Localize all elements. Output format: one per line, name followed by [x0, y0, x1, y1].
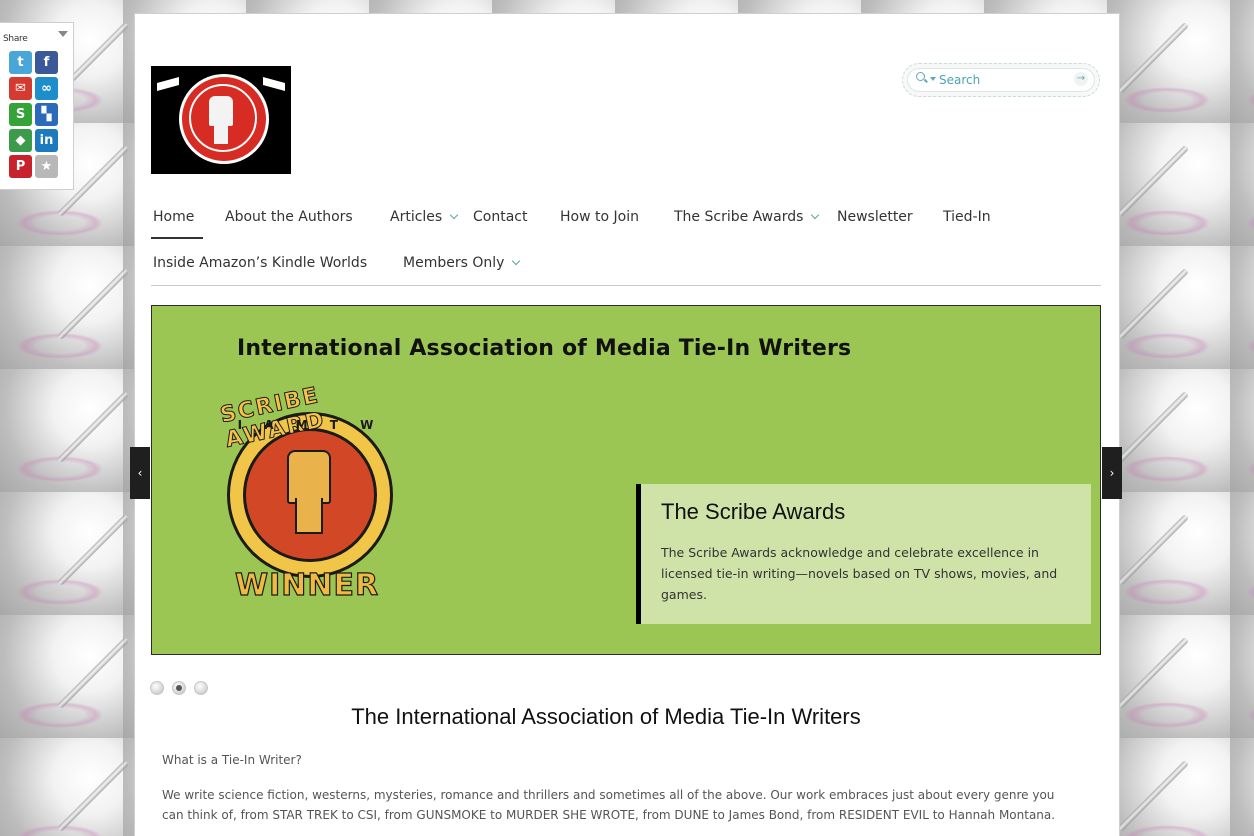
nav-item-tied-in[interactable]: Tied-In — [943, 209, 991, 225]
chevron-right-icon: › — [1109, 466, 1115, 480]
nav-label: Contact — [473, 209, 528, 225]
pen-decoration — [1116, 21, 1190, 95]
search-input[interactable] — [939, 72, 1069, 88]
nav-item-home[interactable]: Home — [153, 209, 194, 225]
scribe-award-winner-badge: SCRIBE AWARD I A M T W WINNER — [207, 378, 427, 610]
slider-dot-1[interactable] — [150, 681, 164, 695]
pen-decoration — [1116, 636, 1190, 710]
logo-wing-right — [263, 77, 285, 91]
pen-decoration — [56, 759, 130, 833]
delicious-icon[interactable]: ▚ — [35, 103, 58, 126]
slider-next-button[interactable]: › — [1102, 447, 1122, 499]
email-icon[interactable]: ✉ — [9, 77, 32, 100]
fist-icon — [287, 450, 331, 504]
slider-dot-2[interactable] — [172, 681, 186, 695]
chevron-down-icon — [811, 210, 820, 220]
nav-item-the-scribe-awards[interactable]: The Scribe Awards — [674, 209, 820, 225]
twitter-icon[interactable]: t — [9, 51, 32, 74]
pen-decoration — [56, 636, 130, 710]
logo-arm — [214, 124, 228, 144]
pen-decoration — [1116, 390, 1190, 464]
nav-item-how-to-join[interactable]: How to Join — [560, 209, 639, 225]
nav-item-members-only[interactable]: Members Only — [403, 255, 521, 271]
search-icon[interactable] — [916, 72, 925, 81]
nav-label: How to Join — [560, 209, 639, 225]
site-logo[interactable] — [151, 66, 291, 174]
infinity-icon[interactable]: ∞ — [35, 77, 58, 100]
nav-label: About the Authors — [225, 209, 353, 225]
facebook-icon[interactable]: f — [35, 51, 58, 74]
pen-decoration — [1116, 144, 1190, 218]
favorites-star-icon[interactable]: ★ — [35, 155, 58, 178]
search-submit-arrow-icon[interactable]: → — [1074, 72, 1088, 86]
page-title: The International Association of Media T… — [351, 704, 861, 729]
nav-item-articles[interactable]: Articles — [390, 209, 459, 225]
nav-label: Home — [153, 209, 195, 225]
slide-banner-title: International Association of Media Tie-I… — [237, 336, 852, 361]
main-navigation: Home About the Authors Articles Contact … — [151, 197, 1101, 286]
caption-title[interactable]: The Scribe Awards — [661, 499, 845, 525]
nav-item-inside-amazons-kindle-worlds[interactable]: Inside Amazon’s Kindle Worlds — [153, 255, 367, 271]
pen-decoration — [1116, 267, 1190, 341]
intro-paragraph: We write science fiction, westerns, myst… — [162, 788, 1056, 822]
intro-question: What is a Tie-In Writer? — [162, 753, 302, 767]
pen-decoration — [56, 267, 130, 341]
pinterest-icon[interactable]: P — [9, 155, 32, 178]
pen-decoration — [56, 513, 130, 587]
badge-arm — [295, 498, 323, 534]
pen-decoration — [1116, 759, 1190, 833]
slider-dot-3[interactable] — [194, 681, 208, 695]
share-widget: Share t f ✉ ∞ S ▚ ◆ in P ★ — [0, 22, 74, 190]
share-title: Share — [3, 34, 28, 44]
chevron-down-icon — [512, 256, 521, 266]
nav-label: Members Only — [403, 255, 505, 271]
google-bookmarks-icon[interactable]: ◆ — [9, 129, 32, 152]
caption-text: The Scribe Awards acknowledge and celebr… — [661, 545, 1058, 602]
logo-wing-left — [157, 77, 179, 91]
nav-label: The Scribe Awards — [674, 209, 804, 225]
nav-label: Newsletter — [837, 209, 913, 225]
nav-active-indicator — [151, 237, 203, 239]
nav-label: Inside Amazon’s Kindle Worlds — [153, 255, 368, 271]
pen-decoration — [1116, 513, 1190, 587]
featured-slider[interactable]: International Association of Media Tie-I… — [151, 305, 1101, 655]
pen-decoration — [56, 390, 130, 464]
nav-item-contact[interactable]: Contact — [473, 209, 527, 225]
chevron-down-icon — [449, 210, 459, 220]
fist-icon — [209, 96, 233, 126]
linkedin-icon[interactable]: in — [35, 129, 58, 152]
slide-caption[interactable]: The Scribe Awards The Scribe Awards ackn… — [636, 484, 1091, 624]
search-options-caret-icon[interactable] — [930, 77, 936, 81]
search-field-wrapper: → — [907, 68, 1095, 92]
nav-item-newsletter[interactable]: Newsletter — [837, 209, 913, 225]
slider-prev-button[interactable]: ‹ — [130, 447, 150, 499]
stumbleupon-icon[interactable]: S — [9, 103, 32, 126]
search-box: → — [902, 63, 1100, 97]
badge-letters: I A M T W — [237, 418, 383, 432]
share-icon-grid: t f ✉ ∞ S ▚ ◆ in P ★ — [9, 51, 61, 179]
chevron-left-icon: ‹ — [137, 466, 143, 480]
nav-item-about-the-authors[interactable]: About the Authors — [225, 209, 353, 225]
share-collapse-icon[interactable] — [58, 31, 68, 37]
badge-winner-text: WINNER — [234, 567, 380, 603]
nav-label: Tied-In — [943, 209, 991, 225]
slider-pagination — [150, 681, 208, 695]
nav-label: Articles — [390, 209, 443, 225]
page-container: → Home About the Authors Articles Contac… — [134, 13, 1120, 836]
